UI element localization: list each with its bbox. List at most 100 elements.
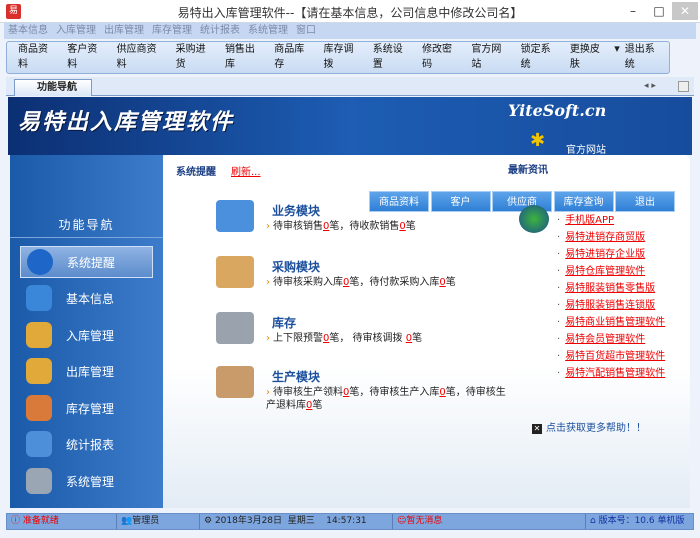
quick-button-1[interactable]: 客户 <box>430 191 491 212</box>
news-link[interactable]: 易特会员管理软件 <box>557 330 645 345</box>
toolbar-change-skin-button[interactable]: 更换皮肤 <box>565 42 614 73</box>
news-link[interactable]: 手机版APP <box>557 211 614 226</box>
toolbar-system-settings-button[interactable]: 系统设置 <box>368 42 417 73</box>
news-link[interactable]: 易特汽配销售管理软件 <box>557 364 665 379</box>
product-logo: 易特出入库管理软件 <box>18 110 235 135</box>
system-alert-heading: 系统提醒 <box>176 167 216 178</box>
summary-text: 笔 <box>312 400 323 411</box>
toolbar-lock-system-button[interactable]: 锁定系统 <box>516 42 565 73</box>
sidebar-item-inventory[interactable]: 库存管理 <box>20 392 153 424</box>
basic-info-icon <box>26 285 52 311</box>
menu-basic-info[interactable]: 基本信息 <box>4 23 52 39</box>
toolbar-product-info-button[interactable]: 商品资料 <box>13 42 62 73</box>
refresh-link[interactable]: 刷新... <box>231 163 261 178</box>
status-user: 👥管理员 <box>117 514 200 529</box>
toolbar-label: 客户资料 <box>67 44 98 70</box>
module-icon <box>216 366 254 398</box>
status-weekday: 星期三 <box>287 516 315 526</box>
summary-text: 笔 <box>412 333 423 344</box>
news-link[interactable]: 易特商业销售管理软件 <box>557 313 665 328</box>
quick-button-4[interactable]: 退出 <box>615 191 675 212</box>
toolbar-stock-transfer-button[interactable]: 库存调拨 <box>319 42 368 73</box>
menu-inventory[interactable]: 库存管理 <box>148 23 196 39</box>
sidebar-item-label: 系统管理 <box>66 474 115 489</box>
toolbar-official-website-button[interactable]: 官方网站 <box>466 42 515 73</box>
quick-button-0[interactable]: 商品资料 <box>369 191 429 212</box>
toolbar-change-password-button[interactable]: 修改密码 <box>417 42 466 73</box>
menu-outbound[interactable]: 出库管理 <box>100 23 148 39</box>
toolbar-product-stock-button[interactable]: 商品库存 <box>269 42 318 73</box>
download-icon <box>519 205 549 233</box>
news-link[interactable]: 易特服装销售零售版 <box>557 279 655 294</box>
summary-text: 笔，待付款采购入库 <box>349 277 440 288</box>
summary-text: 笔，待收款销售 <box>329 221 400 232</box>
summary-text: 上下限预警 <box>273 333 323 344</box>
status-time: 14:57:31 <box>326 516 367 526</box>
news-link[interactable]: 易特百货超市管理软件 <box>557 347 665 362</box>
summary-text: 待审核采购入库 <box>273 277 343 288</box>
sidebar-item-basic-info[interactable]: 基本信息 <box>20 282 153 314</box>
module-summary: 上下限预警0笔， 待审核调拨 0笔 <box>266 332 506 345</box>
sidebar-item-label: 入库管理 <box>66 328 115 343</box>
toolbar: 商品资料 客户资料 供应商资料 采购进货 销售出库 商品库存 库存调拨 系统设置 修改密码 官方网… <box>6 41 670 74</box>
module-summary: 待审核生产领料0笔，待审核生产入库0笔，待审核生产退料库0笔 <box>266 386 506 412</box>
news-link[interactable]: 易特仓库管理软件 <box>557 262 645 277</box>
module-icon <box>216 312 254 344</box>
window-title: 易特出入库管理软件--【请在基本信息，公司信息中修改公司名】 <box>177 6 523 20</box>
sidebar-title: 功能导航 <box>10 212 163 238</box>
sidebar-item-system[interactable]: 系统管理 <box>20 465 153 497</box>
module-title: 采购模块 <box>272 260 321 274</box>
sidebar-item-outbound[interactable]: 出库管理 <box>20 355 153 387</box>
sidebar-item-system-alert[interactable]: 系统提醒 <box>20 246 153 278</box>
status-version-text: 版本号：10.6 单机版 <box>598 516 685 526</box>
status-bar: ⓘ 准备就绪 👥管理员 ⚙ 2018年3月28日 星期三 14:57:31 ☺暂… <box>6 513 694 530</box>
status-message: ☺暂无消息 <box>393 514 586 529</box>
news-link[interactable]: 易特进销存商贸版 <box>557 228 645 243</box>
sidebar-item-label: 出库管理 <box>66 364 115 379</box>
system-alert-icon <box>27 249 53 275</box>
inventory-icon <box>26 395 52 421</box>
help-text: 点击获取更多帮助！！ <box>546 423 646 434</box>
summary-text: 笔， 待审核调拨 <box>329 333 406 344</box>
toolbar-label: 官方网站 <box>471 44 502 70</box>
summary-text: 笔，待审核生产入库 <box>349 387 440 398</box>
sidebar-item-reports[interactable]: 统计报表 <box>20 428 153 460</box>
close-button[interactable]: ✕ <box>672 2 698 20</box>
quick-button-3[interactable]: 库存查询 <box>553 191 614 212</box>
menu-reports[interactable]: 统计报表 <box>196 23 244 39</box>
toolbar-purchase-button[interactable]: 采购进货 <box>171 42 220 73</box>
minimize-button[interactable]: – <box>620 2 646 20</box>
menu-window[interactable]: 窗口 <box>292 23 320 39</box>
help-link[interactable]: ✕ 点击获取更多帮助！！ <box>532 419 646 434</box>
menu-inbound[interactable]: 入库管理 <box>52 23 100 39</box>
tab-close-icon[interactable] <box>678 81 689 92</box>
menu-system[interactable]: 系统管理 <box>244 23 292 39</box>
running-man-icon: ✱ <box>530 130 546 151</box>
tab-function-nav[interactable]: 功能导航 <box>14 79 92 96</box>
status-user-text: 管理员 <box>132 516 160 526</box>
toolbar-customer-info-button[interactable]: 客户资料 <box>62 42 111 73</box>
toolbar-label: 修改密码 <box>422 44 453 70</box>
news-link[interactable]: 易特进销存企业版 <box>557 245 645 260</box>
module-summary: 待审核销售0笔，待收款销售0笔 <box>266 220 506 233</box>
inbound-icon <box>26 322 52 348</box>
close-box-icon: ✕ <box>532 424 542 434</box>
sidebar-item-inbound[interactable]: 入库管理 <box>20 319 153 351</box>
maximize-button[interactable]: □ <box>646 2 672 20</box>
news-link[interactable]: 易特服装销售连锁版 <box>557 296 655 311</box>
module-icon <box>216 256 254 288</box>
toolbar-sales-out-button[interactable]: 销售出库 <box>220 42 269 73</box>
summary-text: 待审核销售 <box>273 221 323 232</box>
menu-bar: 基本信息 入库管理 出库管理 库存管理 统计报表 系统管理 窗口 <box>4 23 696 39</box>
toolbar-exit-system-button[interactable]: 退出系统 <box>620 42 669 73</box>
tab-scroll-arrows[interactable]: ◂ ▸ <box>644 81 656 91</box>
module-icon <box>216 200 254 232</box>
status-version: ⌂ 版本号：10.6 单机版 <box>590 516 685 526</box>
toolbar-label: 更换皮肤 <box>569 44 600 70</box>
official-site-link[interactable]: 官方网站 <box>566 141 606 156</box>
toolbar-supplier-info-button[interactable]: 供应商资料 <box>112 42 171 73</box>
system-icon <box>26 468 52 494</box>
module-title: 库存 <box>272 316 297 330</box>
status-message-text: 暂无消息 <box>406 516 443 526</box>
outbound-icon <box>26 358 52 384</box>
